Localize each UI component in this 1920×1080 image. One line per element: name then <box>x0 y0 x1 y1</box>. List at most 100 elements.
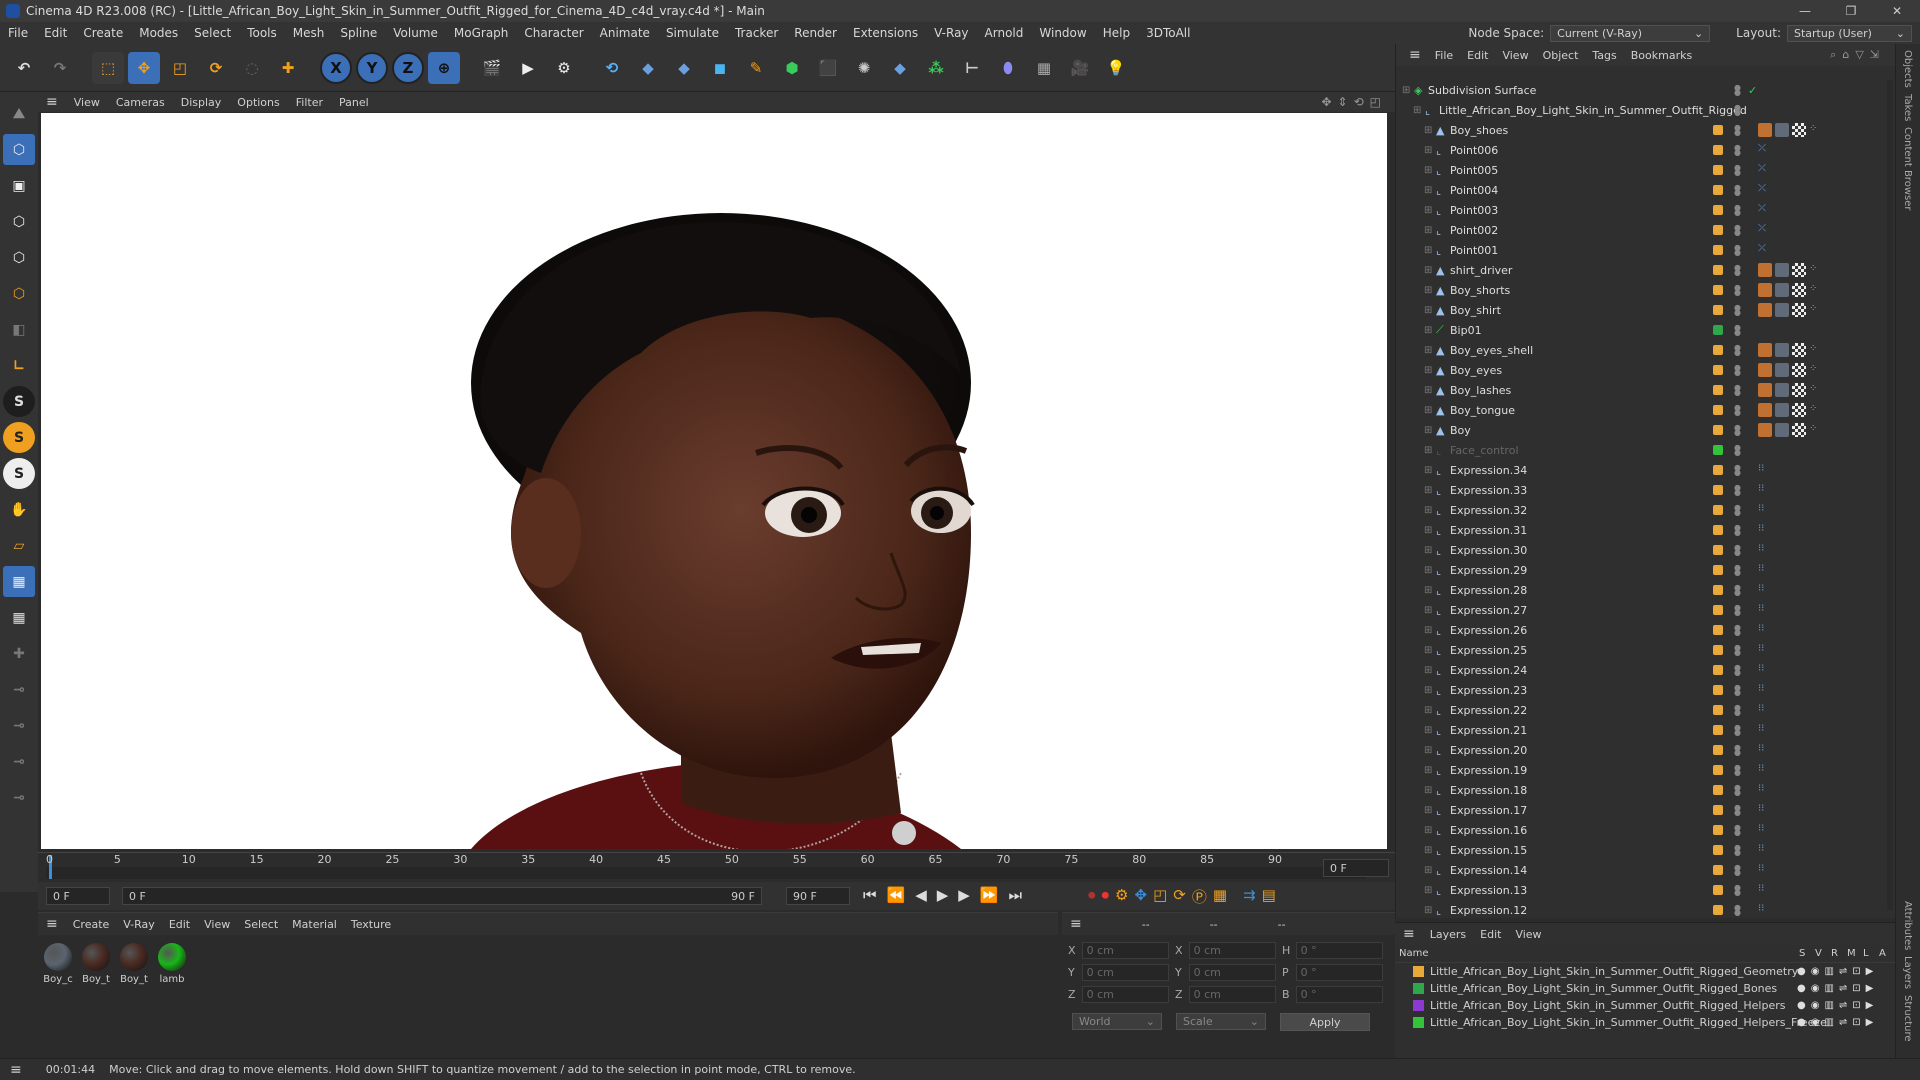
pose-tag-icon[interactable]: ⁝⁝ <box>1758 563 1772 577</box>
object-row[interactable]: ⊞ ⌞ Expression.27 ● ● ⁝⁝ <box>1396 600 1886 620</box>
material-tag-icon[interactable] <box>1775 123 1789 137</box>
visibility-dots-icon[interactable]: ● ● <box>1734 424 1741 437</box>
layer-flags-icons[interactable]: ●◉▥⇌⊡▶ <box>1797 1017 1878 1028</box>
timeline-ruler[interactable]: 0 5 10 15 20 25 30 35 40 45 50 55 60 65 70 75 80 85 90 0 F <box>38 852 1395 882</box>
layer-flags-icons[interactable]: ●◉▥⇌⊡▶ <box>1797 983 1878 994</box>
visibility-dots-icon[interactable]: ● ● <box>1734 444 1741 457</box>
coordinate-value-field[interactable]: 0 cm <box>1081 941 1169 959</box>
menu-3dtoall[interactable]: 3DToAll <box>1138 26 1198 40</box>
material-tag-icon[interactable] <box>1775 303 1789 317</box>
layer-color-tag[interactable] <box>1713 705 1723 715</box>
coordinate-value-field[interactable]: 0 cm <box>1081 963 1169 981</box>
sculpt-icon[interactable]: ✋ <box>3 494 35 525</box>
rig-tool-icon[interactable]: ⊸ <box>3 782 35 813</box>
pose-tag-icon[interactable]: ⁝⁝ <box>1758 523 1772 537</box>
viewport-navigation-icons[interactable]: ✥⇕⟲◰ <box>1321 95 1387 109</box>
layers-menu-view[interactable]: View <box>1508 928 1548 941</box>
menu-vray[interactable]: V-Ray <box>926 26 976 40</box>
layer-color-tag[interactable] <box>1713 585 1723 595</box>
pose-tag-icon[interactable]: ⁝⁝ <box>1758 843 1772 857</box>
texture-tag-icon[interactable] <box>1792 403 1806 417</box>
hamburger-icon[interactable]: ≡ <box>38 916 66 932</box>
visibility-dots-icon[interactable]: ● ● <box>1734 124 1741 137</box>
pla-key-icon[interactable]: ▦ <box>1213 886 1227 907</box>
expand-toggle-icon[interactable]: ⊞ <box>1424 905 1436 916</box>
expand-toggle-icon[interactable]: ⊞ <box>1424 865 1436 876</box>
material-swatch[interactable]: Boy_t <box>118 943 150 985</box>
layer-color-tag[interactable] <box>1713 145 1723 155</box>
skin-tag-icon[interactable] <box>1758 123 1772 137</box>
object-manager-tools-icons[interactable]: ⌕⌂▽⇲ <box>1830 48 1885 62</box>
layer-color-tag[interactable] <box>1713 205 1723 215</box>
visibility-dots-icon[interactable]: ● ● <box>1734 904 1741 917</box>
visibility-dots-icon[interactable]: ● ● <box>1734 764 1741 777</box>
expand-toggle-icon[interactable]: ⊞ <box>1424 125 1436 136</box>
menu-simulate[interactable]: Simulate <box>658 26 727 40</box>
object-row[interactable]: ⊞ ⌞ Point003 ● ● ⤫ <box>1396 200 1886 220</box>
camera-icon[interactable]: 🎥 <box>1064 52 1096 84</box>
next-key-icon[interactable]: ⏩ <box>980 886 999 904</box>
layer-row[interactable]: Little_African_Boy_Light_Skin_in_Summer_… <box>1395 963 1895 980</box>
pose-tag-icon[interactable]: ⁝⁝ <box>1758 483 1772 497</box>
timeline-icon[interactable]: ⇉ <box>1243 886 1256 907</box>
material-swatch[interactable]: Boy_c <box>42 943 74 985</box>
position-key-icon[interactable]: ✥ <box>1134 886 1147 907</box>
layer-color-tag[interactable] <box>1713 505 1723 515</box>
hamburger-icon[interactable]: ≡ <box>38 94 66 110</box>
expand-toggle-icon[interactable]: ⊞ <box>1424 185 1436 196</box>
visibility-dots-icon[interactable]: ● ● <box>1734 604 1741 617</box>
expand-toggle-icon[interactable]: ⊞ <box>1424 745 1436 756</box>
visibility-dots-icon[interactable]: ● ● <box>1734 264 1741 277</box>
object-row[interactable]: ⊞ ⟋ Bip01 ● ● <box>1396 320 1886 340</box>
layer-color-tag[interactable] <box>1713 365 1723 375</box>
previous-frame-icon[interactable]: ◀ <box>915 886 927 904</box>
object-row[interactable]: ⊞ ▲ Boy_eyes ● ● ⁘ <box>1396 360 1886 380</box>
ik-tool-icon[interactable]: ⊸ <box>3 710 35 741</box>
coordinate-system-icon[interactable]: ⊕ <box>428 51 460 84</box>
object-row[interactable]: ⊞ ⌞ Expression.29 ● ● ⁝⁝ <box>1396 560 1886 580</box>
weight-tag-icon[interactable]: ⁘ <box>1809 263 1823 277</box>
viewport-menu-display[interactable]: Display <box>173 96 230 109</box>
expand-toggle-icon[interactable]: ⊞ <box>1424 645 1436 656</box>
move-tool-icon[interactable]: ✥ <box>128 51 160 84</box>
layer-color-tag[interactable] <box>1713 665 1723 675</box>
layers-menu-layers[interactable]: Layers <box>1423 928 1473 941</box>
constraint-tag-icon[interactable]: ⤫ <box>1758 163 1772 177</box>
expand-toggle-icon[interactable]: ⊞ <box>1424 285 1436 296</box>
expand-toggle-icon[interactable]: ⊞ <box>1424 685 1436 696</box>
visibility-dots-icon[interactable]: ● ● <box>1734 624 1741 637</box>
menu-tracker[interactable]: Tracker <box>727 26 786 40</box>
object-row[interactable]: ⊞ ▲ Boy_shorts ● ● ⁘ <box>1396 280 1886 300</box>
object-row[interactable]: ⊞ ⌞ Expression.30 ● ● ⁝⁝ <box>1396 540 1886 560</box>
expand-toggle-icon[interactable]: ⊞ <box>1424 145 1436 156</box>
film-icon[interactable]: ▤ <box>1262 886 1276 907</box>
pose-tag-icon[interactable]: ⁝⁝ <box>1758 583 1772 597</box>
expand-toggle-icon[interactable]: ⊞ <box>1424 225 1436 236</box>
material-menu-select[interactable]: Select <box>237 918 285 931</box>
autokey-icon[interactable]: ⏺ <box>1102 886 1110 907</box>
cube-primitive-icon[interactable]: ◼ <box>704 52 736 84</box>
hamburger-icon[interactable]: ≡ <box>1402 47 1428 63</box>
visibility-dots-icon[interactable]: ● ● <box>1734 244 1741 257</box>
coordinate-value-field[interactable]: 0 ° <box>1295 963 1383 981</box>
workplane-icon[interactable]: ▱ <box>3 530 35 561</box>
layer-color-tag[interactable] <box>1713 485 1723 495</box>
go-to-end-icon[interactable]: ⏭ <box>1009 886 1023 904</box>
node-space-dropdown[interactable]: Current (V-Ray) ⌄ <box>1550 24 1711 42</box>
object-row[interactable]: ⊞ ▲ Boy_lashes ● ● ⁘ <box>1396 380 1886 400</box>
visibility-dots-icon[interactable]: ● ● <box>1734 204 1741 217</box>
visibility-dots-icon[interactable]: ● ● <box>1734 684 1741 697</box>
menu-render[interactable]: Render <box>786 26 845 40</box>
visibility-dots-icon[interactable]: ● ● <box>1734 144 1741 157</box>
constraint-tag-icon[interactable]: ⤫ <box>1758 143 1772 157</box>
visibility-dots-icon[interactable]: ● ● <box>1734 84 1741 97</box>
pose-tag-icon[interactable]: ⁝⁝ <box>1758 883 1772 897</box>
layer-flags-icons[interactable]: ●◉▥⇌⊡▶ <box>1797 1000 1878 1011</box>
snap-icon[interactable]: S <box>3 386 35 417</box>
weight-tag-icon[interactable]: ⁘ <box>1809 343 1823 357</box>
layer-color-tag[interactable] <box>1713 125 1723 135</box>
y-axis-lock-icon[interactable]: Y <box>356 51 388 84</box>
grid-icon[interactable]: ▦ <box>3 566 35 597</box>
visibility-dots-icon[interactable]: ● ● <box>1734 284 1741 297</box>
pose-tag-icon[interactable]: ⁝⁝ <box>1758 603 1772 617</box>
